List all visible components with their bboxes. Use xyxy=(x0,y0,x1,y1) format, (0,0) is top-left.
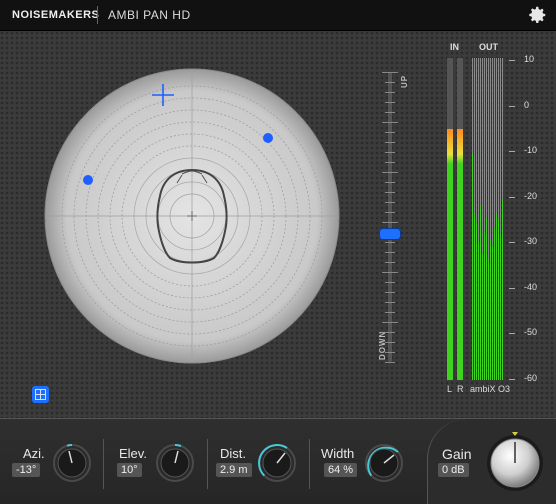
separator xyxy=(207,439,208,489)
fader-tick xyxy=(385,142,395,143)
meter-scale-label: -40 xyxy=(524,281,538,292)
out-format-label: ambiX O3 xyxy=(470,384,511,394)
fader-up-label: UP xyxy=(400,74,409,88)
fader-tick xyxy=(385,262,395,263)
width-knob[interactable] xyxy=(364,443,404,483)
distance-knob[interactable] xyxy=(257,443,297,483)
fader-tick xyxy=(382,322,398,323)
elevation-value[interactable]: 10° xyxy=(117,463,142,477)
fader-tick xyxy=(382,272,398,273)
fader-tick xyxy=(385,102,395,103)
bottom-controls: Azi. -13° Elev. 10° Dist. 2.9 m Width 64… xyxy=(0,418,556,504)
width-label: Width xyxy=(321,446,355,461)
fader-tick xyxy=(385,192,395,193)
gear-icon[interactable] xyxy=(526,4,548,26)
fader-tick xyxy=(382,222,398,223)
fader-tick xyxy=(382,122,398,123)
panner-field[interactable] xyxy=(44,68,340,364)
level-meters: IN OUT 10 0 -10 -20 -30 -40 -50 -60 L R ambiX O… xyxy=(442,40,552,395)
fader-tick xyxy=(382,172,398,173)
meter-scale-tick xyxy=(509,242,515,243)
fader-tick xyxy=(385,292,395,293)
meter-scale-label: -20 xyxy=(524,190,538,201)
separator xyxy=(103,439,104,489)
source-dot-right[interactable] xyxy=(263,133,273,143)
meter-scale-tick xyxy=(509,105,515,107)
fader-tick xyxy=(385,302,395,303)
fader-tick xyxy=(385,282,395,283)
elevation-fader[interactable]: UP DOWN xyxy=(370,72,410,372)
azimuth-value[interactable]: -13° xyxy=(12,463,41,477)
in-left-bar-fill xyxy=(447,128,453,380)
gain-value[interactable]: 0 dB xyxy=(438,463,469,477)
separator xyxy=(309,439,310,489)
distance-value[interactable]: 2.9 m xyxy=(216,463,252,477)
fader-tick xyxy=(385,212,395,213)
fader-tick xyxy=(385,92,395,93)
fader-tick xyxy=(385,112,395,113)
source-dot-left[interactable] xyxy=(83,175,93,185)
width-value[interactable]: 64 % xyxy=(324,463,358,477)
fader-track xyxy=(388,72,392,362)
fader-tick xyxy=(385,182,395,183)
fader-tick xyxy=(385,362,395,363)
meter-scale-label: 10 xyxy=(524,54,535,64)
meter-scale-label: -30 xyxy=(524,236,538,246)
out-meter-label: OUT xyxy=(479,42,498,52)
azimuth-label: Azi. xyxy=(23,446,45,461)
title-bar: NOISEMAKERS AMBI PAN HD xyxy=(0,0,556,31)
in-right-label: R xyxy=(457,384,464,394)
meter-scale-label: -60 xyxy=(524,372,538,383)
fader-tick xyxy=(385,152,395,153)
fader-thumb[interactable] xyxy=(380,229,400,240)
meter-scale-tick xyxy=(509,196,515,198)
gain-knob[interactable] xyxy=(484,429,546,491)
meter-scale-tick xyxy=(509,378,515,380)
meter-scale-label: -10 xyxy=(524,145,538,155)
fader-tick xyxy=(385,252,395,253)
meter-scale-label: -50 xyxy=(524,327,538,337)
product-name: AMBI PAN HD xyxy=(108,8,191,22)
fader-tick xyxy=(385,82,395,83)
elevation-knob[interactable] xyxy=(155,443,195,483)
out-channel-fill xyxy=(502,199,504,380)
in-meter-label: IN xyxy=(450,42,459,52)
title-separator xyxy=(97,6,98,24)
meter-scale-tick xyxy=(509,287,515,289)
fader-tick xyxy=(385,132,395,133)
fader-tick xyxy=(382,72,398,73)
fader-tick xyxy=(385,202,395,203)
azimuth-knob[interactable] xyxy=(52,443,92,483)
grid-icon xyxy=(35,389,46,400)
gain-section: Gain 0 dB xyxy=(427,419,556,504)
meter-scale-tick xyxy=(509,151,515,152)
fader-tick xyxy=(385,312,395,313)
distance-label: Dist. xyxy=(220,446,246,461)
meter-scale-tick xyxy=(509,333,515,334)
meter-scale-tick xyxy=(509,60,515,61)
in-left-label: L xyxy=(447,384,453,394)
in-left-bar xyxy=(447,58,453,380)
meter-scale-label: 0 xyxy=(524,99,530,110)
in-right-bar xyxy=(457,58,463,380)
elevation-label: Elev. xyxy=(119,446,147,461)
fader-tick xyxy=(385,162,395,163)
brand-logo: NOISEMAKERS xyxy=(12,9,100,21)
gain-label: Gain xyxy=(442,446,472,462)
fader-down-label: DOWN xyxy=(378,330,387,360)
fader-tick xyxy=(385,242,395,243)
grid-toggle-button[interactable] xyxy=(32,386,49,403)
out-channel-bar xyxy=(502,58,504,380)
in-right-bar-fill xyxy=(457,128,463,380)
